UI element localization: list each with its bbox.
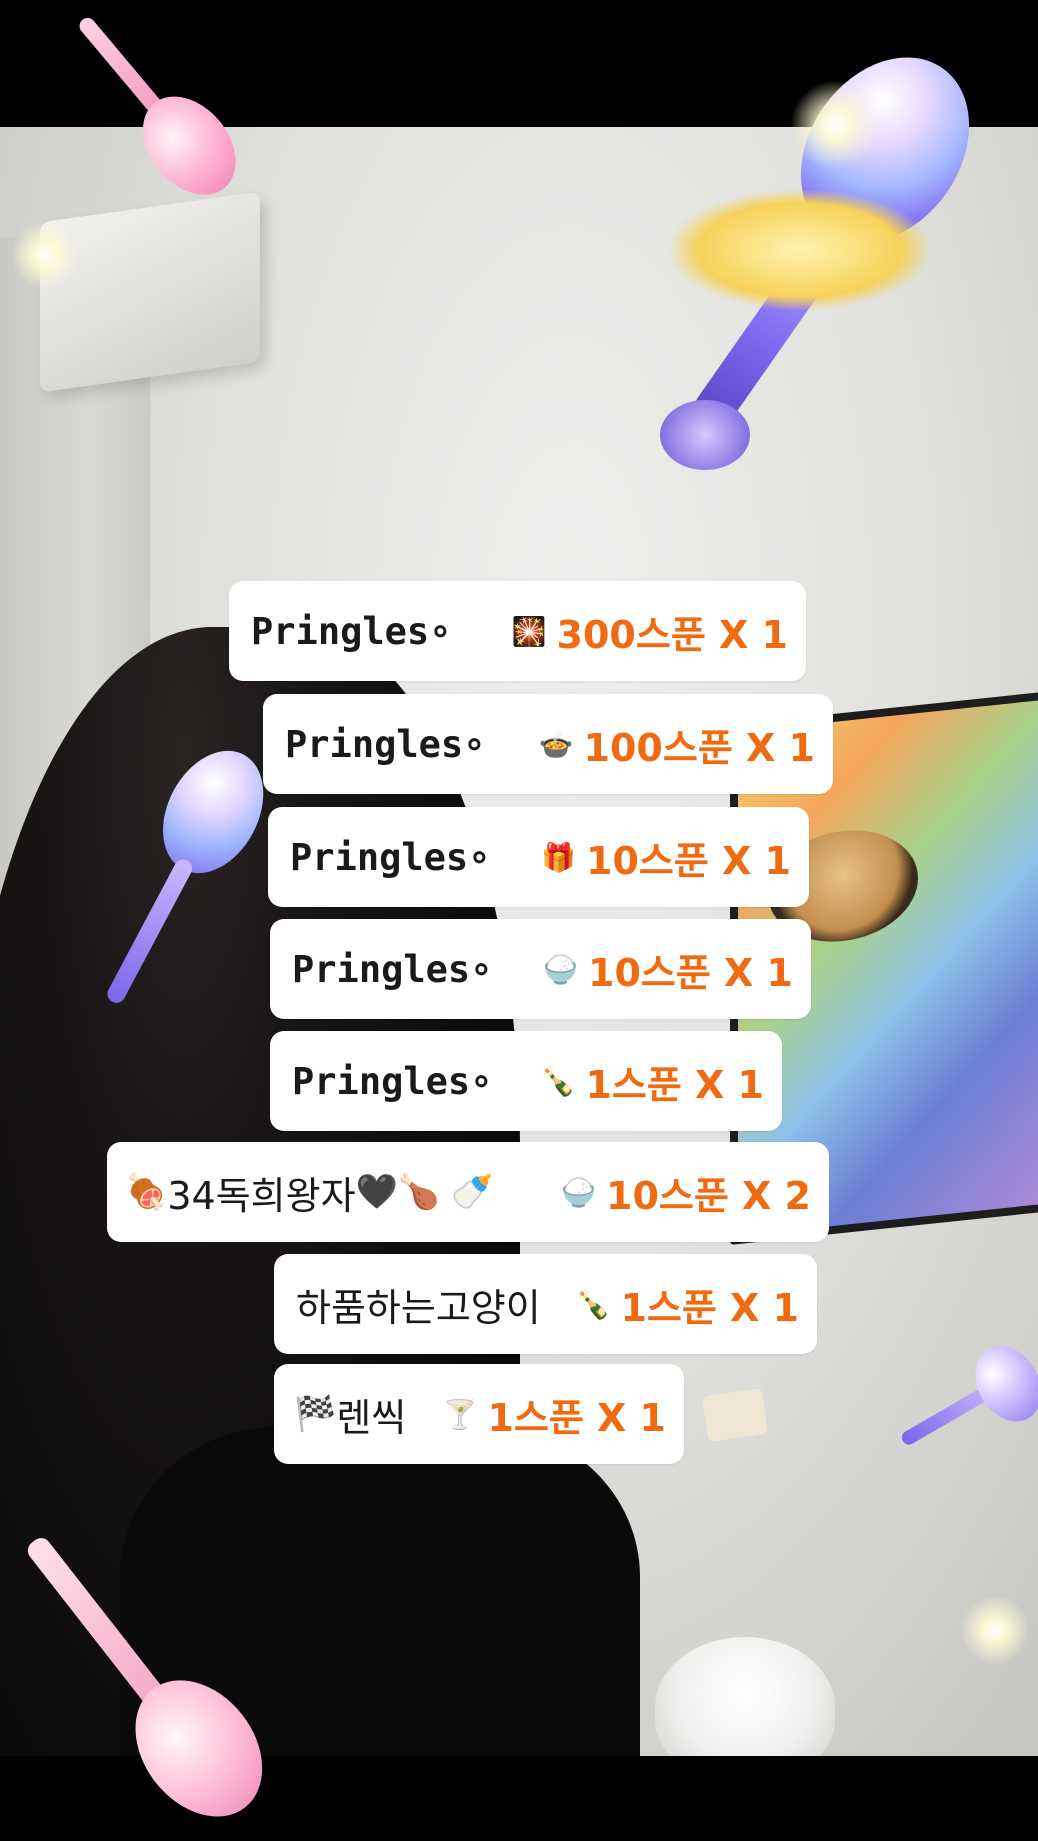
list-item: Pringles∘ 🎁 10스푼 X 1	[268, 807, 809, 907]
sender-name: Pringles∘	[251, 609, 452, 653]
spoon-gift-list: Pringles∘ 🎇 300스푼 X 1 Pringles∘ 🍲 100스푼 …	[0, 0, 1038, 1756]
list-item: Pringles∘ 🍚 10스푼 X 1	[270, 919, 811, 1019]
list-item: 🏁 렌씩 🍸 1스푼 X 1	[274, 1364, 684, 1464]
spoon-amount: 1스푼 X 1	[620, 1285, 799, 1330]
gift-box-icon: 🎁	[541, 840, 576, 874]
spoon-amount: 10스푼 X 2	[606, 1173, 811, 1218]
sender-name: Pringles∘	[285, 722, 486, 766]
sparkler-icon: 🎇	[511, 614, 547, 648]
sender-name: 렌씩	[336, 1395, 407, 1440]
cocktail-glass-icon: 🍸	[442, 1397, 478, 1431]
spoon-amount: 10스푼 X 1	[588, 950, 793, 995]
list-item: 하품하는고양이 🍾 1스푼 X 1	[274, 1254, 817, 1354]
sender-name: 하품하는고양이	[296, 1285, 541, 1330]
list-item: Pringles∘ 🎇 300스푼 X 1	[229, 581, 806, 681]
sender-name: Pringles∘	[290, 835, 491, 879]
heart-chicken-bottle-icons: 🖤🍗 🍼	[355, 1172, 494, 1212]
checkered-flag-icon: 🏁	[294, 1394, 337, 1434]
sender-name: Pringles∘	[292, 947, 493, 991]
soju-bottle-icon: 🍾	[575, 1287, 611, 1321]
stew-pot-icon: 🍲	[538, 727, 574, 761]
spoon-amount: 100스푼 X 1	[583, 725, 815, 770]
list-item: 🍖 34독희왕자 🖤🍗 🍼 🍚 10스푼 X 2	[107, 1142, 829, 1242]
spoon-amount: 300스푼 X 1	[556, 612, 788, 657]
rice-bowl-icon: 🍚	[543, 952, 578, 986]
rice-bowl-icon: 🍚	[561, 1175, 596, 1209]
spoon-amount: 1스푼 X 1	[487, 1395, 666, 1440]
sender-name: Pringles∘	[292, 1059, 493, 1103]
spoon-amount: 1스푼 X 1	[585, 1062, 764, 1107]
list-item: Pringles∘ 🍾 1스푼 X 1	[270, 1031, 782, 1131]
sender-name: 34독희왕자	[167, 1173, 356, 1218]
spoon-amount: 10스푼 X 1	[586, 838, 791, 883]
list-item: Pringles∘ 🍲 100스푼 X 1	[263, 694, 833, 794]
soju-bottle-icon: 🍾	[540, 1064, 576, 1098]
meat-on-bone-icon: 🍖	[125, 1172, 168, 1212]
